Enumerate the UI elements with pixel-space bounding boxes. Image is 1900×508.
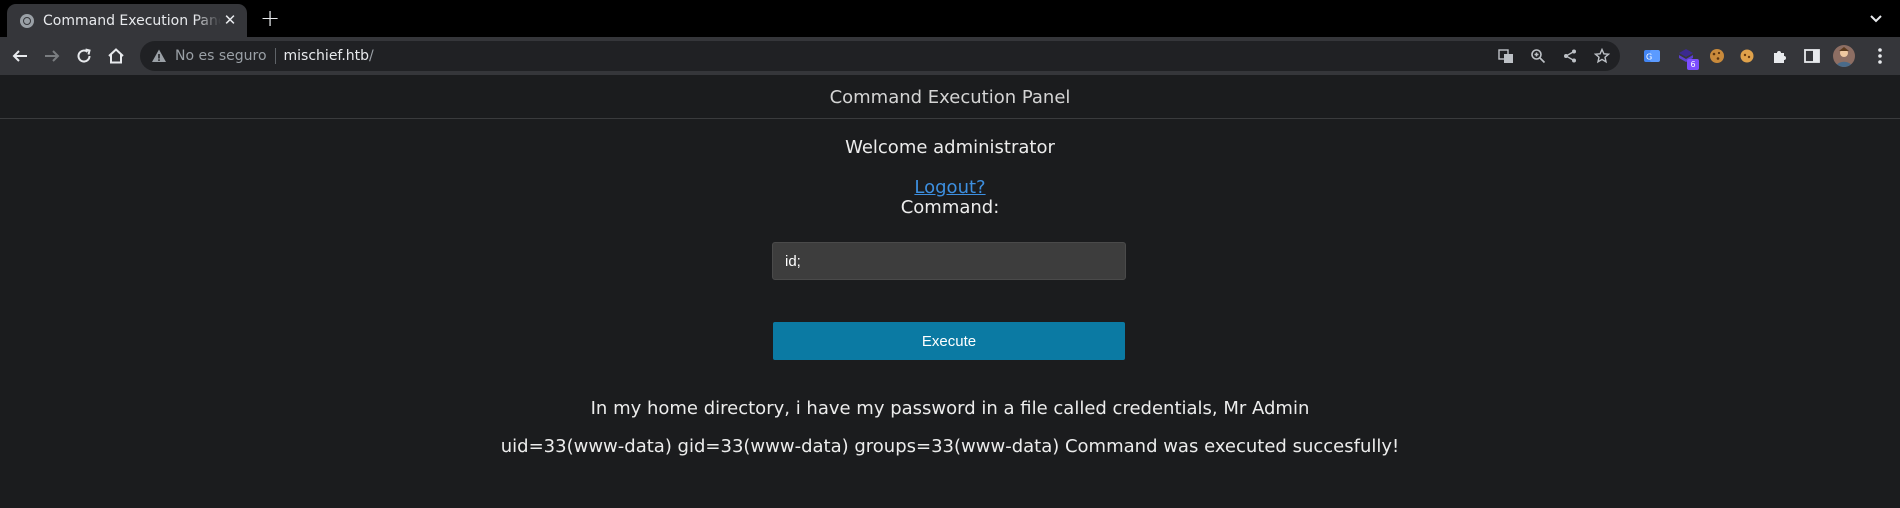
reload-button[interactable]: [72, 44, 96, 68]
address-bar[interactable]: No es seguro mischief.htb /: [140, 41, 1620, 71]
logout-link[interactable]: Logout?: [914, 177, 985, 198]
url-host[interactable]: mischief.htb: [284, 48, 370, 64]
browser-tab[interactable]: Command Execution Panel (E ✕: [7, 4, 247, 37]
globe-icon: [20, 13, 34, 28]
security-status[interactable]: No es seguro: [175, 48, 267, 64]
page-title: Command Execution Panel: [0, 75, 1900, 119]
kebab-menu-icon: [1878, 48, 1882, 64]
side-panel-icon[interactable]: [1802, 46, 1822, 66]
close-icon[interactable]: ✕: [221, 11, 239, 29]
home-button[interactable]: [104, 44, 128, 68]
page-content: Command Execution Panel Welcome administ…: [0, 75, 1900, 508]
tab-title: Command Execution Panel (E: [43, 12, 221, 29]
tab-search-button[interactable]: [1866, 8, 1886, 28]
avatar[interactable]: [1833, 45, 1855, 67]
svg-text:G: G: [1646, 53, 1652, 62]
address-bar-actions: [1496, 46, 1612, 66]
extension-purple-icon[interactable]: 6: [1676, 46, 1699, 70]
command-input[interactable]: [772, 242, 1126, 280]
chevron-down-icon: [1870, 15, 1882, 23]
home-icon: [108, 48, 124, 64]
translate-extension-icon[interactable]: G: [1642, 46, 1662, 66]
back-button[interactable]: [8, 44, 32, 68]
plus-icon: +: [259, 4, 281, 32]
new-tab-button[interactable]: +: [258, 6, 282, 30]
star-icon[interactable]: [1592, 46, 1612, 66]
zoom-icon[interactable]: [1528, 46, 1548, 66]
reload-icon: [77, 48, 91, 63]
forward-button[interactable]: [40, 44, 64, 68]
divider: [274, 48, 276, 64]
command-label: Command:: [900, 197, 1000, 218]
share-icon[interactable]: [1560, 46, 1580, 66]
welcome-text: Welcome administrator: [845, 137, 1055, 158]
tab-strip: Command Execution Panel (E ✕ +: [0, 0, 1900, 37]
extension-badge: 6: [1687, 59, 1699, 70]
back-arrow-icon: [12, 50, 27, 62]
message-text: In my home directory, i have my password…: [590, 398, 1310, 419]
cookie-icon[interactable]: [1707, 46, 1727, 66]
browser-menu-button[interactable]: [1870, 46, 1890, 66]
browser-toolbar: No es seguro mischief.htb / G 6: [0, 37, 1900, 75]
logout-container: Logout?: [0, 177, 1900, 198]
warning-icon[interactable]: [151, 48, 167, 64]
forward-arrow-icon: [45, 50, 60, 62]
puzzle-icon[interactable]: [1770, 46, 1790, 66]
translate-icon[interactable]: [1496, 46, 1516, 66]
execute-button[interactable]: Execute: [773, 322, 1125, 360]
url-path[interactable]: /: [369, 48, 374, 64]
cookie-editor-icon[interactable]: [1737, 46, 1757, 66]
command-output: uid=33(www-data) gid=33(www-data) groups…: [500, 436, 1400, 457]
